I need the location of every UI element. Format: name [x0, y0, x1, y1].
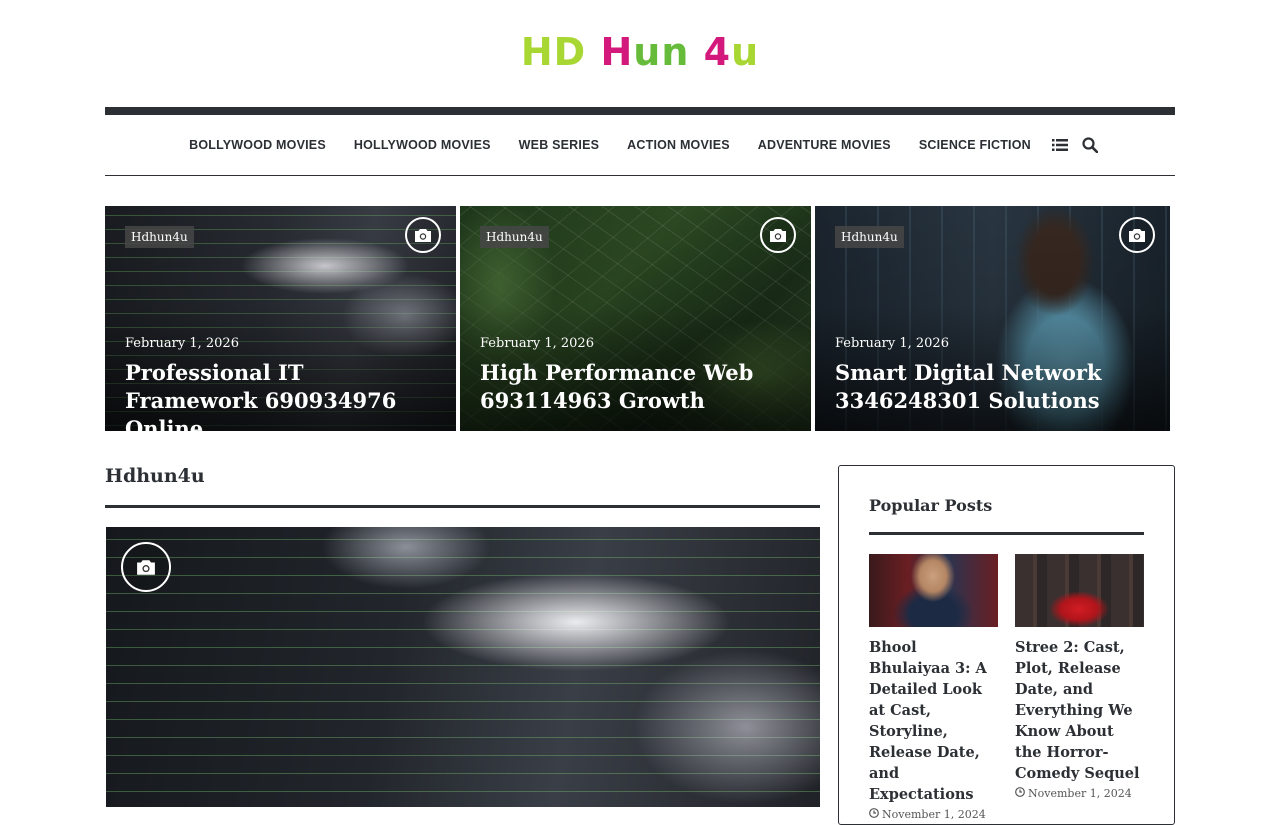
camera-icon — [1119, 217, 1155, 253]
slider-item-3[interactable]: Hdhun4u February 1, 2026 Smart Digital N… — [815, 206, 1170, 431]
section-divider — [105, 505, 820, 508]
post-title[interactable]: High Performance Web 693114963 Growth — [480, 359, 781, 415]
slider-item-1[interactable]: Hdhun4u February 1, 2026 Professional IT… — [105, 206, 456, 431]
nav-item-hollywood-movies[interactable]: HOLLYWOOD MOVIES — [340, 138, 505, 152]
widget-title: Popular Posts — [869, 496, 993, 515]
nav-item-web-series[interactable]: WEB SERIES — [505, 138, 614, 152]
post-date: November 1, 2024 — [882, 808, 986, 821]
logo-part-hd: HD — [520, 30, 587, 74]
camera-icon — [121, 542, 171, 592]
post-title[interactable]: Bhool Bhulaiyaa 3: A Detailed Look at Ca… — [869, 637, 998, 805]
post-thumbnail[interactable] — [1015, 554, 1144, 627]
header-top-bar — [105, 107, 1175, 115]
popular-post-1[interactable]: Bhool Bhulaiyaa 3: A Detailed Look at Ca… — [869, 554, 998, 821]
search-icon[interactable] — [1075, 130, 1105, 160]
featured-image-code — [106, 527, 820, 807]
featured-post-image[interactable] — [106, 527, 820, 807]
camera-icon — [405, 217, 441, 253]
popular-posts-widget: Popular Posts Bhool Bhulaiyaa 3: A Detai… — [838, 465, 1175, 825]
category-badge[interactable]: Hdhun4u — [835, 226, 904, 248]
slider-item-2[interactable]: Hdhun4u February 1, 2026 High Performanc… — [460, 206, 811, 431]
logo-part-u: u — [731, 30, 760, 74]
post-thumbnail[interactable] — [869, 554, 998, 627]
nav-item-science-fiction[interactable]: SCIENCE FICTION — [905, 138, 1045, 152]
nav-item-bollywood-movies[interactable]: BOLLYWOOD MOVIES — [175, 138, 340, 152]
category-badge[interactable]: Hdhun4u — [125, 226, 194, 248]
widget-divider — [869, 532, 1144, 535]
post-date: February 1, 2026 — [835, 336, 949, 351]
menu-icon[interactable] — [1045, 130, 1075, 160]
clock-icon — [1015, 787, 1025, 800]
post-title[interactable]: Smart Digital Network 3346248301 Solutio… — [835, 359, 1140, 415]
nav-item-adventure-movies[interactable]: ADVENTURE MOVIES — [744, 138, 905, 152]
category-badge[interactable]: Hdhun4u — [480, 226, 549, 248]
main-nav: BOLLYWOOD MOVIES HOLLYWOOD MOVIES WEB SE… — [105, 115, 1175, 176]
logo-part-un: un — [633, 30, 690, 74]
site-logo[interactable]: HD Hun 4u — [0, 30, 1280, 74]
post-title[interactable]: Stree 2: Cast, Plot, Release Date, and E… — [1015, 637, 1144, 784]
nav-item-action-movies[interactable]: ACTION MOVIES — [613, 138, 744, 152]
post-date: February 1, 2026 — [480, 336, 594, 351]
logo-part-h: H — [600, 30, 634, 74]
post-date: February 1, 2026 — [125, 336, 239, 351]
section-title: Hdhun4u — [105, 465, 205, 487]
post-title[interactable]: Professional IT Framework 690934976 Onli… — [125, 359, 426, 431]
clock-icon — [869, 808, 879, 821]
post-date: November 1, 2024 — [1028, 787, 1132, 800]
logo-part-4: 4 — [689, 30, 732, 74]
popular-post-2[interactable]: Stree 2: Cast, Plot, Release Date, and E… — [1015, 554, 1144, 800]
camera-icon — [760, 217, 796, 253]
